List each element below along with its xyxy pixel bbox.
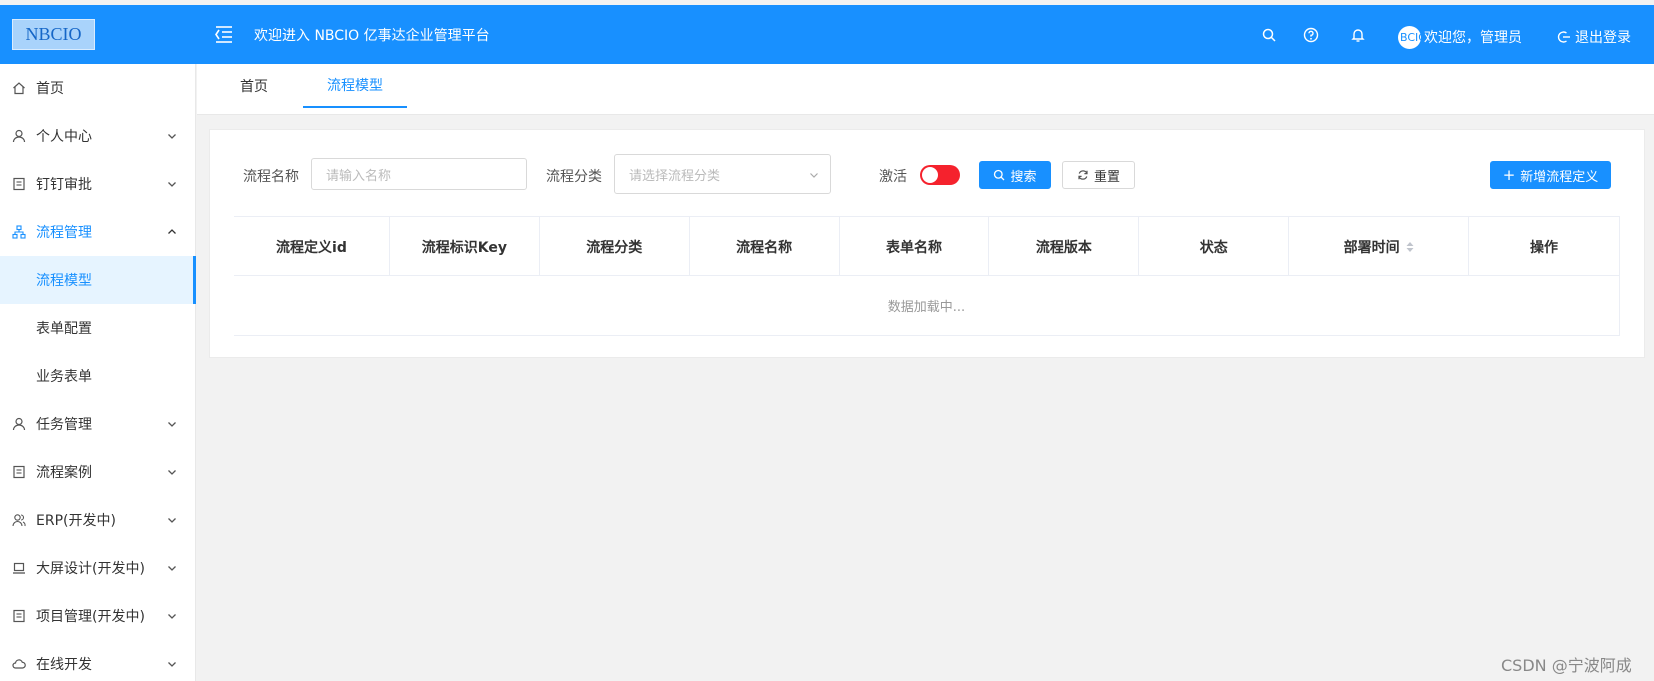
sidebar-item-home[interactable]: 首页 <box>0 64 196 112</box>
sidebar-item-label: ERP(开发中) <box>36 513 116 529</box>
sidebar-item-personal[interactable]: 个人中心 <box>0 112 196 160</box>
top-header: NBCIO 欢迎进入 NBCIO 亿事达企业管理平台 BCIO 欢迎您，管理员 … <box>0 5 1654 64</box>
process-table: 流程定义id 流程标识Key 流程分类 流程名称 表单名称 流程版本 状态 部署… <box>234 216 1620 336</box>
column-header: 流程分类 <box>540 217 690 276</box>
chevron-down-icon <box>168 134 176 139</box>
header-title: 欢迎进入 NBCIO 亿事达企业管理平台 <box>254 28 490 44</box>
welcome-text[interactable]: 欢迎您，管理员 <box>1424 27 1522 47</box>
active-label: 激活 <box>879 169 907 185</box>
column-header: 流程标识Key <box>390 217 540 276</box>
sidebar-item-form-config[interactable]: 表单配置 <box>0 304 196 352</box>
sidebar-item-label: 项目管理(开发中) <box>36 609 145 625</box>
table-empty-text: 数据加载中... <box>887 300 966 315</box>
chevron-up-icon <box>168 229 176 234</box>
table-header: 流程定义id 流程标识Key 流程分类 流程名称 表单名称 流程版本 状态 部署… <box>234 217 1619 276</box>
reset-button-label: 重置 <box>1093 169 1120 185</box>
chevron-down-icon <box>168 662 176 667</box>
sidebar-item-tasks[interactable]: 任务管理 <box>0 400 196 448</box>
laptop-icon <box>13 562 25 574</box>
bell-icon[interactable] <box>1350 27 1366 43</box>
sidebar-item-label: 业务表单 <box>36 369 92 385</box>
chevron-down-icon <box>168 470 176 475</box>
logo[interactable]: NBCIO <box>12 19 95 50</box>
plus-icon: + <box>1502 165 1516 184</box>
sidebar-item-label: 流程案例 <box>36 465 92 481</box>
sidebar-item-project[interactable]: 项目管理(开发中) <box>0 592 196 640</box>
document-icon <box>13 177 25 191</box>
sidebar-item-label: 个人中心 <box>36 129 92 145</box>
sidebar-item-label: 流程管理 <box>36 225 92 241</box>
avatar[interactable]: BCIO <box>1398 26 1421 49</box>
user-icon <box>12 417 26 431</box>
sidebar-item-business-form[interactable]: 业务表单 <box>0 352 196 400</box>
reset-button[interactable]: 重置 <box>1062 161 1135 189</box>
add-button-label: 新增流程定义 <box>1520 169 1599 185</box>
sidebar-item-label: 大屏设计(开发中) <box>36 561 145 577</box>
chevron-down-icon <box>168 518 176 523</box>
sidebar-item-online-dev[interactable]: 在线开发 <box>0 640 196 681</box>
search-button[interactable]: 搜索 <box>979 161 1051 189</box>
process-name-label: 流程名称 <box>243 169 299 185</box>
column-header: 流程版本 <box>989 217 1140 276</box>
column-header: 状态 <box>1139 217 1290 276</box>
sidebar-item-process-model[interactable]: 流程模型 <box>0 256 196 304</box>
sort-icon[interactable] <box>1406 241 1414 253</box>
tab-home[interactable]: 首页 <box>219 64 289 108</box>
document-icon <box>13 465 25 479</box>
process-name-input[interactable]: 请输入名称 <box>311 158 527 190</box>
sidebar-item-label: 首页 <box>36 81 64 97</box>
chevron-down-icon <box>168 566 176 571</box>
chevron-down-icon <box>168 422 176 427</box>
process-category-placeholder: 请选择流程分类 <box>629 168 721 184</box>
toggle-knob <box>922 167 938 183</box>
user-icon <box>12 129 26 143</box>
column-header-label: 部署时间 <box>1343 239 1400 256</box>
chevron-down-icon <box>168 614 176 619</box>
column-header: 操作 <box>1530 239 1559 256</box>
sidebar-item-erp[interactable]: ERP(开发中) <box>0 496 196 544</box>
sidebar-item-label: 钉钉审批 <box>36 177 92 193</box>
add-process-definition-button[interactable]: + 新增流程定义 <box>1490 161 1611 189</box>
sidebar: 首页 个人中心 钉钉审批 流程管理 流程模型 表单配置 业务表单 任务管理 流程… <box>0 64 196 681</box>
sidebar-item-label: 流程模型 <box>36 273 92 289</box>
search-icon <box>994 169 1005 181</box>
chevron-down-icon <box>168 182 176 187</box>
sidebar-item-cases[interactable]: 流程案例 <box>0 448 196 496</box>
tab-process-model[interactable]: 流程模型 <box>303 64 407 108</box>
deploy-time-column-header[interactable]: 部署时间 <box>1289 217 1470 276</box>
process-name-placeholder: 请输入名称 <box>326 168 392 184</box>
sidebar-item-workflow[interactable]: 流程管理 <box>0 208 196 256</box>
sidebar-item-label: 任务管理 <box>36 417 92 433</box>
sidebar-item-label: 表单配置 <box>36 321 92 337</box>
sidebar-item-dingtalk[interactable]: 钉钉审批 <box>0 160 196 208</box>
logout-button[interactable]: 退出登录 <box>1557 27 1631 47</box>
menu-toggle-icon[interactable] <box>214 24 234 44</box>
search-icon[interactable] <box>1261 27 1277 43</box>
chevron-down-icon <box>810 173 818 178</box>
cloud-icon <box>12 659 26 669</box>
column-header: 流程定义id <box>234 217 390 276</box>
document-icon <box>13 609 25 623</box>
column-header: 流程名称 <box>690 217 840 276</box>
watermark: CSDN @宁波阿成 <box>1501 656 1632 675</box>
help-icon[interactable] <box>1303 27 1319 43</box>
process-category-label: 流程分类 <box>546 169 602 185</box>
sidebar-item-bigscreen[interactable]: 大屏设计(开发中) <box>0 544 196 592</box>
logout-icon <box>1557 31 1570 43</box>
content-card: 流程名称 请输入名称 流程分类 请选择流程分类 激活 搜索 重置 + 新增流程定… <box>209 129 1645 358</box>
logout-label: 退出登录 <box>1575 30 1631 46</box>
column-header: 表单名称 <box>840 217 990 276</box>
home-icon <box>13 82 25 95</box>
process-category-select[interactable]: 请选择流程分类 <box>614 154 831 194</box>
search-button-label: 搜索 <box>1010 169 1037 185</box>
active-toggle[interactable] <box>920 165 960 185</box>
sitemap-icon <box>12 225 26 239</box>
users-icon <box>12 514 26 527</box>
refresh-icon <box>1078 170 1088 180</box>
page-tabs: 首页 流程模型 <box>197 64 1654 115</box>
sidebar-item-label: 在线开发 <box>36 657 92 673</box>
